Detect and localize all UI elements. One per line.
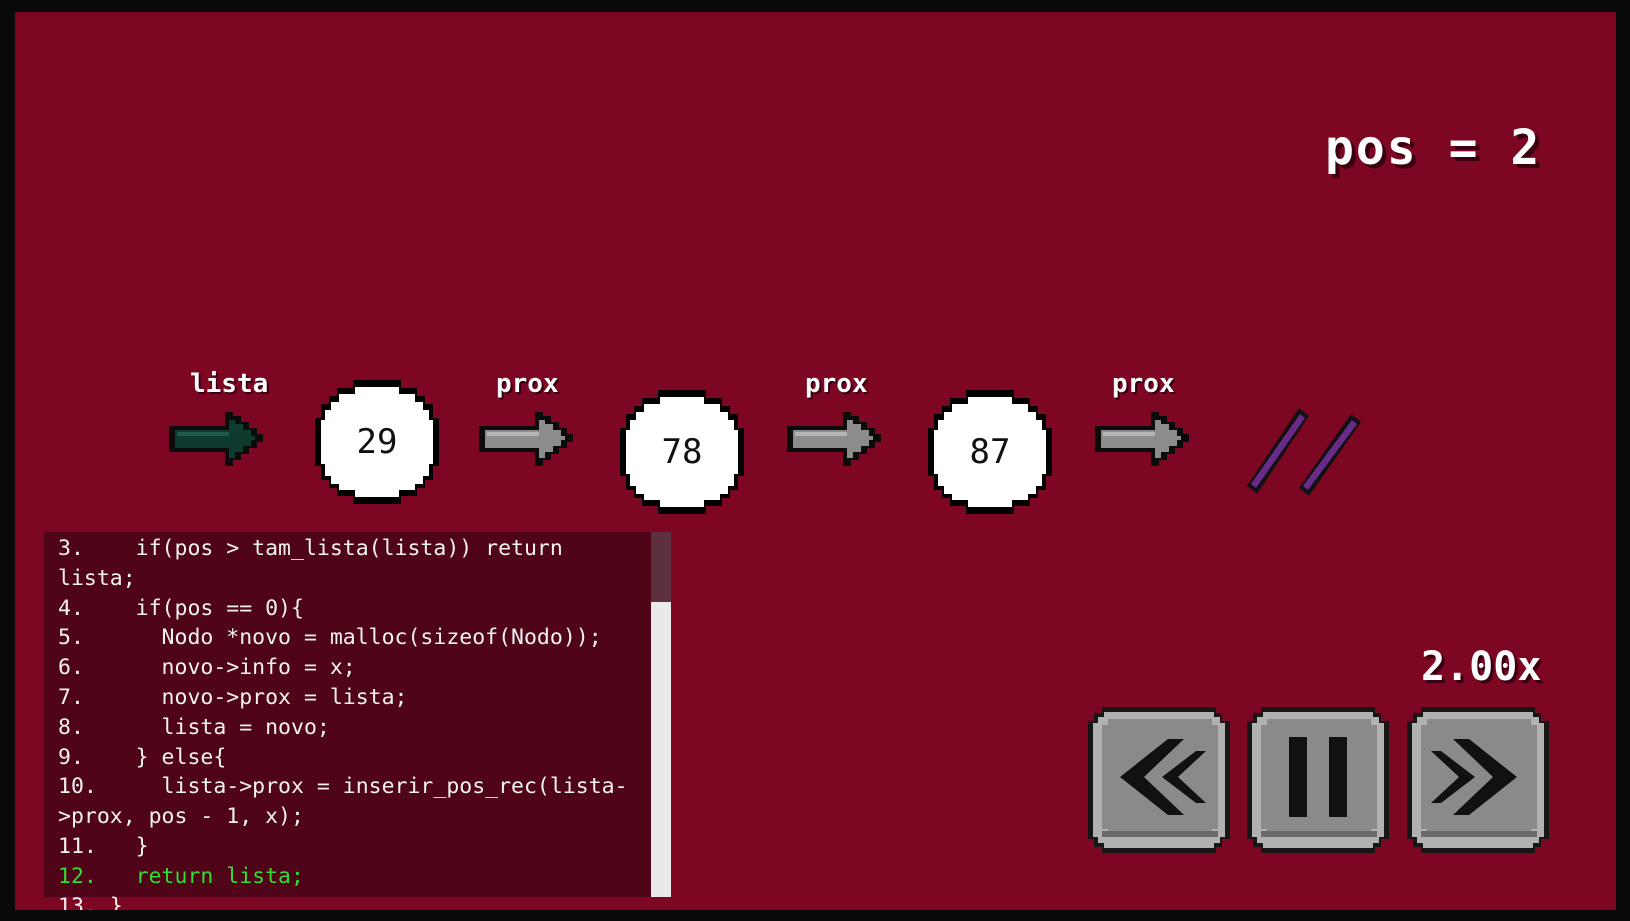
code-line: 9. } else{ <box>58 744 227 770</box>
node-value: 87 <box>969 432 1011 472</box>
scrollbar-thumb[interactable] <box>651 532 671 602</box>
null-slashes-icon <box>1247 408 1361 496</box>
pos-indicator: pos = 2 <box>1325 120 1542 176</box>
list-node: 29 <box>315 380 439 504</box>
list-node: 78 <box>620 390 744 514</box>
next-pointer-label: prox <box>1112 369 1175 399</box>
next-arrow-icon <box>479 412 573 466</box>
pause-icon <box>1247 707 1389 853</box>
rewind-icon <box>1088 707 1230 853</box>
next-pointer-label: prox <box>805 369 868 399</box>
code-line: 5. Nodo *novo = malloc(sizeof(Nodo)); <box>58 625 602 651</box>
code-line: 12. return lista; <box>58 863 304 889</box>
code-line: 13. } <box>58 893 123 910</box>
code-line: 6. novo->info = x; <box>58 655 356 681</box>
code-line: 11. } <box>58 833 149 859</box>
next-arrow-icon <box>1095 412 1189 466</box>
step-forward-button[interactable] <box>1407 707 1549 853</box>
next-pointer-label: prox <box>496 369 559 399</box>
next-arrow-icon <box>787 412 881 466</box>
head-pointer-label: lista <box>190 369 269 399</box>
fast-forward-icon <box>1407 707 1549 853</box>
code-listing: 3. if(pos > tam_lista(lista)) return lis… <box>58 534 653 910</box>
game-stage: pos = 2 lista 29 prox 78 prox 87 prox 3.… <box>15 12 1616 910</box>
code-line: 10. lista->prox = inserir_pos_rec(lista-… <box>58 774 628 830</box>
code-line: 7. novo->prox = lista; <box>58 684 408 710</box>
head-arrow-icon <box>169 412 263 466</box>
step-back-button[interactable] <box>1088 707 1230 853</box>
code-scrollbar[interactable] <box>651 532 671 897</box>
pause-button[interactable] <box>1247 707 1389 853</box>
list-node: 87 <box>928 390 1052 514</box>
code-line: 3. if(pos > tam_lista(lista)) return lis… <box>58 536 576 591</box>
code-line: 4. if(pos == 0){ <box>58 595 304 621</box>
code-panel: 3. if(pos > tam_lista(lista)) return lis… <box>44 532 671 910</box>
node-value: 78 <box>661 432 703 472</box>
speed-indicator: 2.00x <box>1421 644 1542 690</box>
node-value: 29 <box>356 422 398 462</box>
code-line: 8. lista = novo; <box>58 714 330 740</box>
